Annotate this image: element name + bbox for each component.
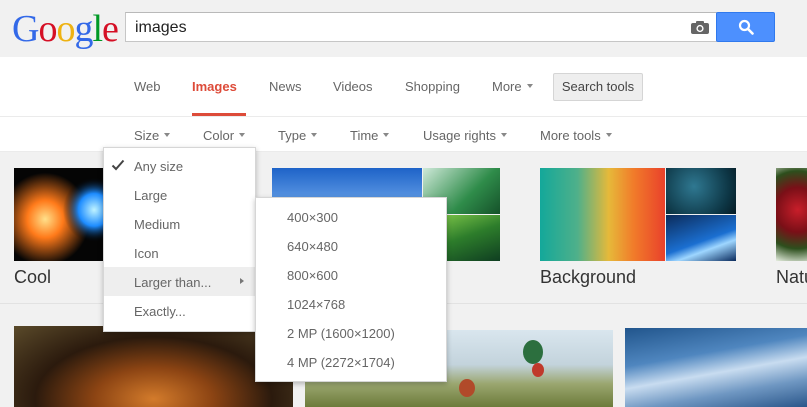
search-box[interactable]: images	[125, 12, 717, 42]
larger-than-submenu: 400×300 640×480 800×600 1024×768 2 MP (1…	[255, 197, 447, 382]
image-thumbnail-teal-texture[interactable]	[666, 168, 736, 214]
chevron-down-icon	[500, 132, 507, 137]
tool-type-label: Type	[278, 128, 307, 143]
larger-than-option[interactable]: 1024×768	[287, 297, 345, 312]
chevron-down-icon	[605, 132, 612, 137]
logo-letter: G	[12, 8, 39, 50]
chevron-down-icon	[311, 132, 318, 137]
tool-more-tools[interactable]: More tools	[540, 128, 612, 143]
image-thumbnail-nature[interactable]	[776, 168, 807, 261]
image-label-background[interactable]: Background	[540, 267, 636, 288]
tab-more[interactable]: More	[492, 79, 533, 94]
size-dropdown-menu: Any size Large Medium Icon Larger than..…	[103, 147, 256, 332]
image-label-nature[interactable]: Natu	[776, 267, 807, 288]
tool-more-tools-label: More tools	[540, 128, 601, 143]
tabs-bar: Web Images News Videos Shopping More Sea…	[0, 57, 807, 117]
google-logo[interactable]: Google	[12, 8, 119, 50]
tool-type[interactable]: Type	[278, 128, 318, 143]
search-tools-button[interactable]: Search tools	[553, 73, 643, 101]
image-label-cool[interactable]: Cool	[14, 267, 51, 288]
size-option-larger-than[interactable]: Larger than...	[134, 275, 211, 290]
search-button[interactable]	[716, 12, 775, 42]
size-option-exactly[interactable]: Exactly...	[134, 304, 186, 319]
tool-usage-rights[interactable]: Usage rights	[423, 128, 507, 143]
size-option-medium[interactable]: Medium	[134, 217, 180, 232]
tool-usage-rights-label: Usage rights	[423, 128, 496, 143]
tool-color[interactable]: Color	[203, 128, 246, 143]
larger-than-option[interactable]: 2 MP (1600×1200)	[287, 326, 395, 341]
tool-time-label: Time	[350, 128, 379, 143]
chevron-down-icon	[164, 132, 171, 137]
fire-water-fists-image	[14, 168, 103, 261]
tool-size-label: Size	[134, 128, 160, 143]
chevron-down-icon	[526, 83, 533, 88]
check-icon	[111, 159, 125, 171]
image-thumbnail-polygon[interactable]	[540, 168, 665, 261]
larger-than-option[interactable]: 640×480	[287, 239, 338, 254]
larger-than-option[interactable]: 400×300	[287, 210, 338, 225]
tab-more-label: More	[492, 79, 522, 94]
size-option-large[interactable]: Large	[134, 188, 167, 203]
image-thumbnail-blue-wave[interactable]	[666, 215, 736, 261]
chevron-right-icon	[240, 278, 244, 284]
logo-letter: e	[102, 8, 119, 50]
tab-shopping[interactable]: Shopping	[405, 79, 460, 94]
larger-than-option[interactable]: 800×600	[287, 268, 338, 283]
active-tab-indicator	[192, 113, 246, 116]
larger-than-option[interactable]: 4 MP (2272×1704)	[287, 355, 395, 370]
image-thumbnail-tiger[interactable]	[14, 326, 293, 407]
tool-color-label: Color	[203, 128, 235, 143]
logo-letter: o	[56, 8, 75, 50]
logo-letter: o	[38, 8, 57, 50]
tab-videos[interactable]: Videos	[333, 79, 373, 94]
tab-web[interactable]: Web	[134, 79, 161, 94]
tool-time[interactable]: Time	[350, 128, 390, 143]
search-input[interactable]: images	[135, 19, 187, 37]
tool-size[interactable]: Size	[134, 128, 171, 143]
size-option-any[interactable]: Any size	[134, 159, 183, 174]
logo-letter: l	[92, 8, 103, 50]
tab-images[interactable]: Images	[192, 79, 237, 94]
image-thumbnail-sky[interactable]	[625, 328, 807, 407]
camera-icon[interactable]	[690, 20, 710, 35]
image-thumbnail-cool[interactable]	[14, 168, 103, 261]
size-option-icon[interactable]: Icon	[134, 246, 159, 261]
tab-news[interactable]: News	[269, 79, 302, 94]
chevron-down-icon	[383, 132, 390, 137]
chevron-down-icon	[239, 132, 246, 137]
logo-letter: g	[74, 8, 93, 50]
header-bar: Google images	[0, 0, 807, 57]
magnifier-icon	[738, 19, 754, 35]
